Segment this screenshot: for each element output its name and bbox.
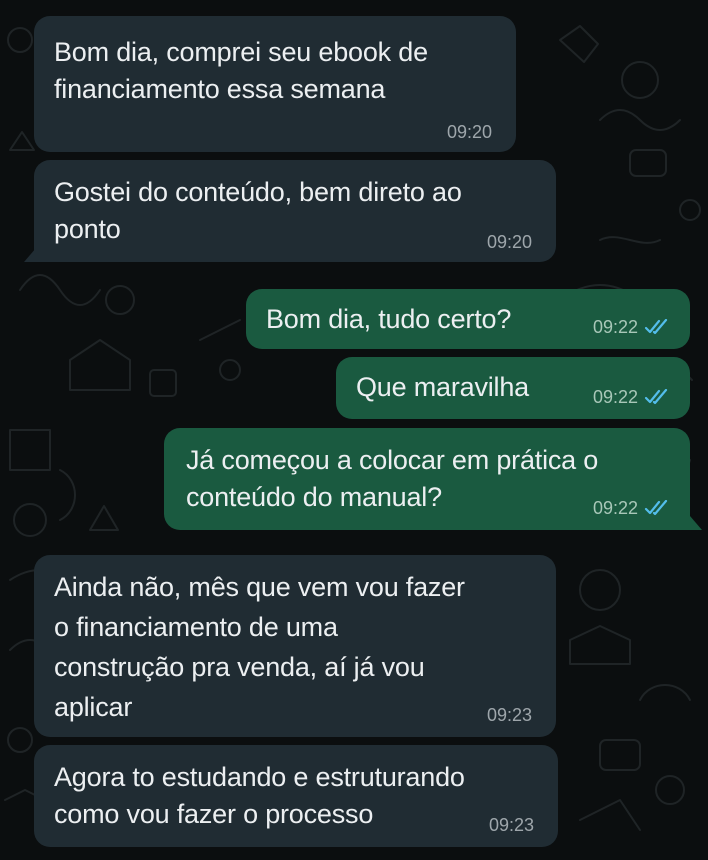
message-time: 09:20 — [486, 232, 532, 252]
double-check-read-icon — [644, 319, 668, 335]
message-text: Ainda não, mês que vem vou fazer o finan… — [54, 572, 465, 722]
double-check-read-icon — [644, 389, 668, 405]
double-check-read-icon — [644, 500, 668, 516]
outgoing-message-bubble[interactable]: Já começou a colocar em prática o conteú… — [164, 428, 690, 530]
message-time: 09:23 — [486, 705, 532, 725]
incoming-message-bubble[interactable]: Ainda não, mês que vem vou fazer o finan… — [34, 555, 556, 737]
message-text: Bom dia, comprei seu ebook de financiame… — [54, 37, 428, 104]
message-meta: 09:22 — [593, 498, 670, 518]
message-meta: 09:23 — [489, 815, 534, 835]
chat-message-list[interactable]: Bom dia, comprei seu ebook de financiame… — [0, 0, 708, 860]
outgoing-message-bubble[interactable]: Bom dia, tudo certo? 09:22 — [246, 289, 690, 349]
message-text: Que maravilha — [356, 372, 529, 402]
message-text: Gostei do conteúdo, bem direto ao ponto — [54, 177, 462, 244]
message-time: 09:22 — [592, 498, 638, 518]
message-time: 09:22 — [592, 317, 638, 337]
outgoing-message-bubble[interactable]: Que maravilha 09:22 — [336, 357, 690, 419]
outgoing-bubble-tail — [690, 516, 702, 530]
message-meta: 09:20 — [447, 122, 492, 142]
message-meta: 09:20 — [487, 232, 532, 252]
incoming-message-bubble[interactable]: Agora to estudando e estruturando como v… — [34, 745, 558, 847]
message-meta: 09:23 — [487, 705, 532, 725]
message-meta: 09:22 — [593, 387, 670, 407]
message-meta: 09:22 — [593, 317, 670, 337]
message-time: 09:23 — [488, 815, 534, 835]
message-text: Bom dia, tudo certo? — [266, 304, 512, 334]
message-time: 09:20 — [446, 122, 492, 142]
incoming-bubble-tail — [24, 248, 36, 262]
message-text: Agora to estudando e estruturando como v… — [54, 762, 465, 829]
incoming-message-bubble[interactable]: Bom dia, comprei seu ebook de financiame… — [34, 16, 516, 152]
incoming-message-bubble[interactable]: Gostei do conteúdo, bem direto ao ponto … — [34, 160, 556, 262]
message-text: Já começou a colocar em prática o conteú… — [186, 445, 599, 512]
message-time: 09:22 — [592, 387, 638, 407]
